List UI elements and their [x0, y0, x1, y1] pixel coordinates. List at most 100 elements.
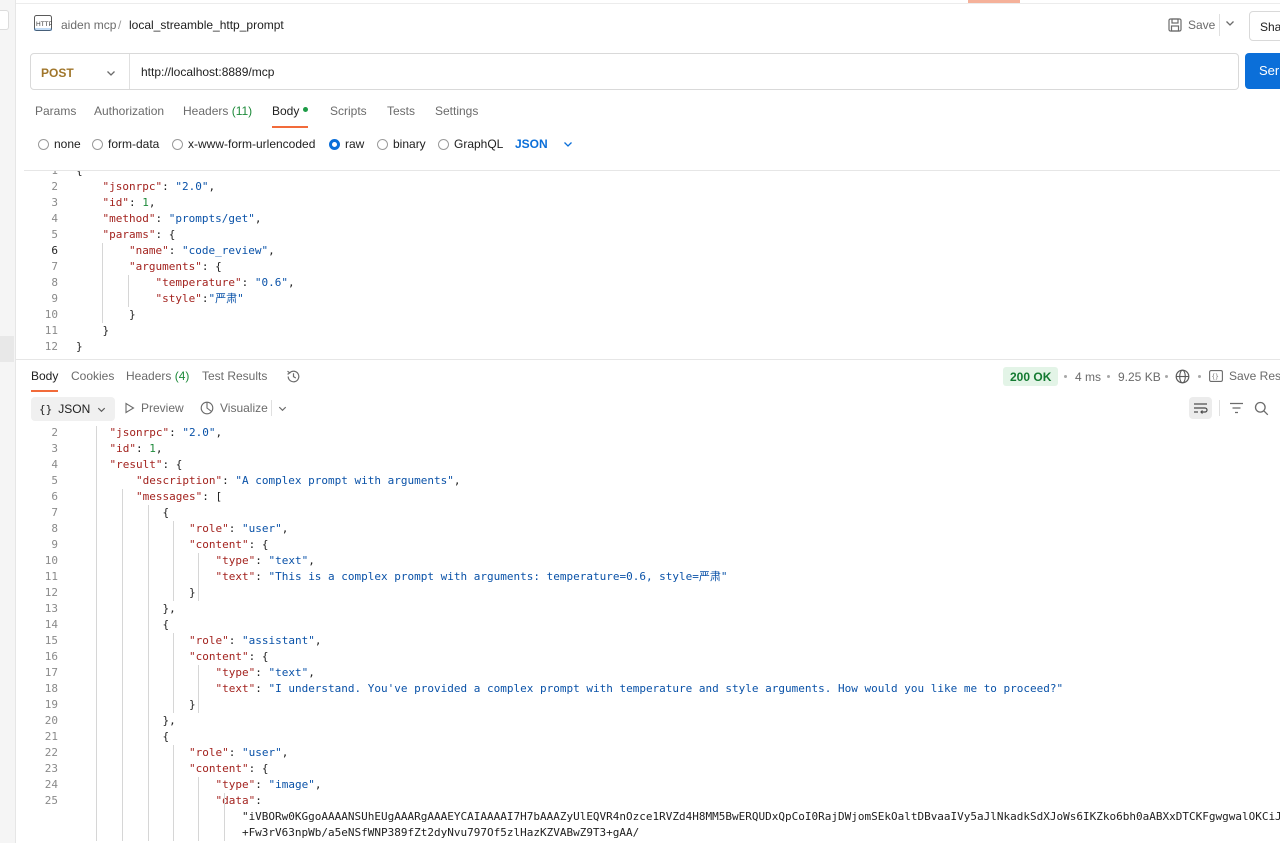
radio-none[interactable]: none: [38, 137, 81, 151]
http-icon: HTTP: [34, 15, 52, 31]
response-time[interactable]: 4 ms: [1075, 370, 1101, 384]
chevron-down-icon[interactable]: [277, 403, 288, 414]
tab-authorization[interactable]: Authorization: [94, 104, 164, 118]
tab-tests[interactable]: Tests: [387, 104, 415, 118]
url-input[interactable]: [131, 54, 1231, 89]
indent-guide: [148, 505, 149, 841]
response-tab-body[interactable]: Body: [31, 369, 58, 383]
chevron-down-icon[interactable]: [105, 67, 117, 79]
indent-guide: [224, 793, 225, 841]
radio-raw[interactable]: raw: [329, 137, 364, 151]
status-badge[interactable]: 200 OK: [1003, 367, 1059, 386]
line-number: 6: [51, 490, 58, 503]
radio-urlencoded-label: x-www-form-urlencoded: [188, 137, 316, 151]
tab-headers[interactable]: Headers (11): [183, 104, 252, 118]
radio-raw-label: raw: [345, 137, 365, 151]
line-number: 8: [51, 522, 58, 535]
share-label: Sha: [1260, 20, 1280, 34]
response-tab-cookies[interactable]: Cookies: [71, 369, 114, 383]
radio-binary-circle: [377, 138, 388, 150]
pane-divider[interactable]: [16, 359, 1280, 360]
response-format-select[interactable]: {} JSON: [31, 397, 116, 421]
line-number: 3: [51, 442, 58, 455]
tab-headers-label: Headers: [183, 104, 229, 118]
tab-body[interactable]: Body: [272, 104, 309, 118]
send-label: Ser: [1259, 63, 1280, 78]
line-number: 7: [51, 260, 58, 273]
radio-form-data[interactable]: form-data: [92, 137, 159, 151]
line-number: 5: [51, 474, 58, 487]
line-number: 11: [44, 324, 58, 337]
code-text: "id": 1,: [102, 196, 156, 209]
toolbar-divider: [1219, 400, 1220, 416]
code-text: "text": "This is a complex prompt with a…: [215, 570, 728, 583]
radio-graphql[interactable]: GraphQL: [438, 137, 503, 151]
radio-binary[interactable]: binary: [377, 137, 426, 151]
radio-none-label: none: [54, 137, 81, 151]
tab-params[interactable]: Params: [35, 104, 76, 118]
svg-text:{}: {}: [1212, 374, 1219, 381]
save-button[interactable]: Save: [1168, 13, 1215, 37]
indent-guide: [102, 243, 103, 323]
breadcrumb-request-name[interactable]: local_streamble_http_prompt: [129, 18, 284, 32]
response-size[interactable]: 9.25 KB: [1118, 370, 1161, 384]
code-text: "temperature": "0.6",: [155, 276, 295, 289]
line-number: 9: [51, 538, 58, 551]
indent-guide: [128, 275, 129, 307]
search-icon[interactable]: [1254, 401, 1269, 416]
visualize-button[interactable]: Visualize: [200, 401, 268, 415]
radio-form-data-label: form-data: [108, 137, 160, 151]
response-tab-test-results[interactable]: Test Results: [202, 369, 267, 383]
toolbar-divider: [271, 400, 272, 416]
line-number: 24: [44, 778, 58, 791]
chevron-down-icon[interactable]: [1224, 17, 1236, 29]
code-text: "role": "assistant",: [188, 634, 322, 647]
code-text: }: [76, 340, 83, 353]
active-tab-underline: [272, 126, 308, 128]
response-body-viewer[interactable]: 2 "jsonrpc": "2.0", 3 "id": 1, 4 "result":…: [24, 426, 1280, 843]
wrap-lines-icon: [1194, 403, 1208, 414]
line-number: 23: [44, 762, 58, 775]
tab-headers-count: (11): [231, 104, 253, 118]
indent-guide: [173, 633, 174, 713]
code-text: "name": "code_review",: [128, 244, 275, 257]
chevron-down-icon: [98, 407, 106, 412]
send-button[interactable]: Ser: [1245, 53, 1280, 89]
method-selector[interactable]: POST: [41, 66, 74, 80]
line-number: 3: [51, 196, 58, 209]
language-select[interactable]: JSON: [515, 137, 574, 151]
preview-button[interactable]: Preview: [124, 401, 184, 415]
play-icon: [125, 402, 135, 414]
meta-separator: [1107, 375, 1110, 378]
line-number: 6: [51, 244, 58, 257]
sidebar-collapse-handle[interactable]: [0, 10, 9, 30]
globe-icon[interactable]: [1175, 369, 1190, 384]
code-text: "arguments": {: [128, 260, 222, 273]
wrap-lines-button[interactable]: [1189, 397, 1212, 419]
radio-urlencoded[interactable]: x-www-form-urlencoded: [172, 137, 315, 151]
breadcrumb-collection[interactable]: aiden mcp: [61, 18, 116, 32]
history-icon[interactable]: [286, 369, 301, 384]
code-text: "messages": [: [135, 490, 223, 503]
response-tab-headers[interactable]: Headers (4): [126, 369, 189, 383]
svg-text:HTTP: HTTP: [36, 21, 52, 28]
filter-icon[interactable]: [1229, 401, 1244, 415]
share-button[interactable]: Sha: [1249, 11, 1280, 41]
code-text: "description": "A complex prompt with ar…: [135, 474, 461, 487]
line-number: 10: [44, 554, 58, 567]
line-number: 13: [44, 602, 58, 615]
line-number: 8: [51, 276, 58, 289]
indent-guide: [96, 426, 97, 841]
request-body-editor[interactable]: 1 {2 "jsonrpc": "2.0", 3 "id": 1, 4 "method…: [24, 170, 1280, 356]
save-divider: [1219, 14, 1220, 36]
tab-scripts[interactable]: Scripts: [330, 104, 367, 118]
code-text: }: [76, 308, 136, 321]
line-number: 25: [44, 794, 58, 807]
visualize-icon: [200, 401, 214, 415]
line-number: 1: [51, 170, 58, 177]
save-response-button[interactable]: {} Save Resp: [1209, 369, 1280, 383]
tab-settings[interactable]: Settings: [435, 104, 478, 118]
line-number: 15: [44, 634, 58, 647]
indent-guide: [122, 489, 123, 841]
line-number: 4: [51, 458, 58, 471]
